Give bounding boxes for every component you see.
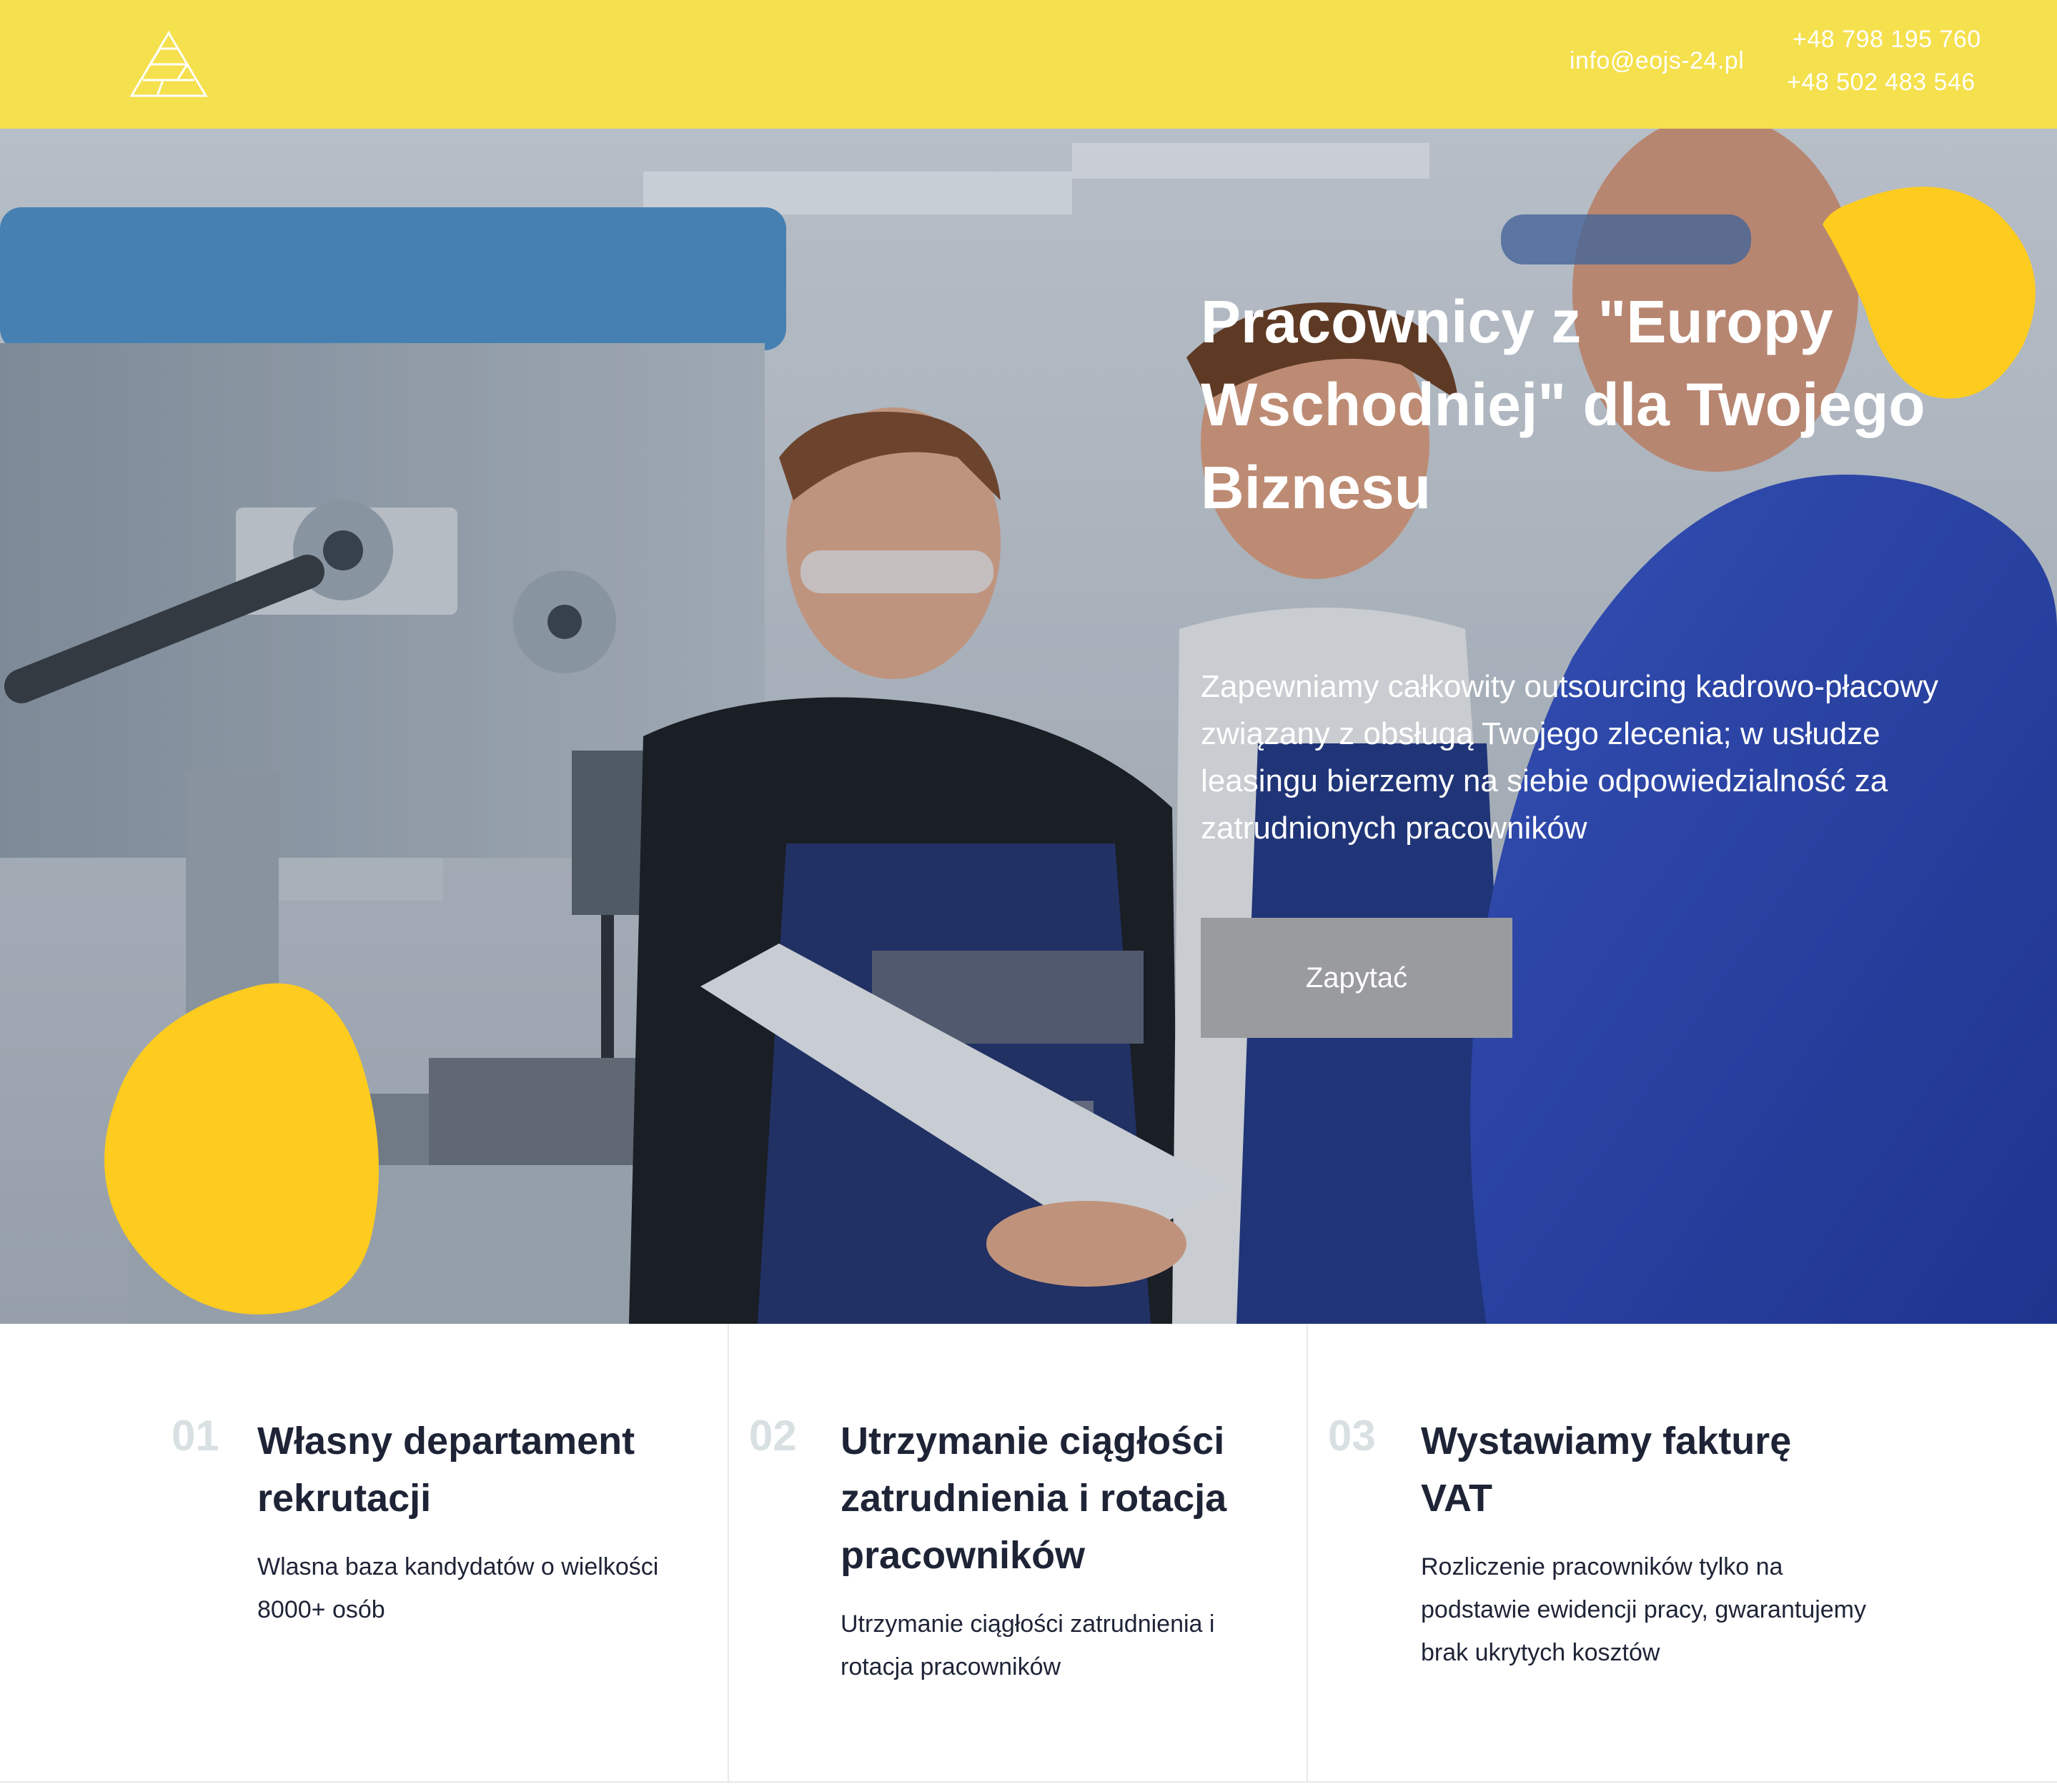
feature-card-1: 01 Własny departament rekrutacji Wlasna … xyxy=(0,1324,729,1781)
feature-text: Utrzymanie ciągłości zatrudnienia i rota… xyxy=(841,1610,1215,1680)
hero-section: Pracownicy z "Europy Wschodniej" dla Two… xyxy=(0,129,2057,1324)
feature-number: 03 xyxy=(1328,1412,1376,1460)
feature-title: Utrzymanie ciągłości zatrudnienia i rota… xyxy=(841,1420,1227,1577)
feature-title: Wystawiamy fakturę VAT xyxy=(1421,1420,1792,1520)
logo[interactable] xyxy=(129,30,209,99)
top-bar: info@eojs-24.pl +48 798 195 760 +48 502 … xyxy=(0,0,2057,129)
features-section: 01 Własny departament rekrutacji Wlasna … xyxy=(0,1324,2057,1783)
feature-number: 02 xyxy=(749,1412,797,1460)
feature-text: Rozliczenie pracowników tylko na podstaw… xyxy=(1421,1553,1867,1666)
feature-card-2: 02 Utrzymanie ciągłości zatrudnienia i r… xyxy=(729,1324,1308,1781)
feature-title: Własny departament rekrutacji xyxy=(257,1420,635,1520)
feature-number: 01 xyxy=(172,1412,219,1460)
decorative-blob-bottom xyxy=(104,983,379,1315)
phone-link-1[interactable]: +48 798 195 760 xyxy=(1793,26,1981,54)
feature-card-3: 03 Wystawiamy fakturę VAT Rozliczenie pr… xyxy=(1308,1324,2057,1781)
feature-text: Wlasna baza kandydatów o wielkości 8000+… xyxy=(257,1553,659,1623)
email-link[interactable]: info@eojs-24.pl xyxy=(1570,47,1744,75)
hero-title: Pracownicy z "Europy Wschodniej" dla Two… xyxy=(1201,288,1925,521)
ask-button[interactable]: Zapytać xyxy=(1201,918,1512,1038)
hero-description: Zapewniamy całkowity outsourcing kadrowo… xyxy=(1201,669,1939,846)
phone-link-2[interactable]: +48 502 483 546 xyxy=(1787,69,1976,96)
